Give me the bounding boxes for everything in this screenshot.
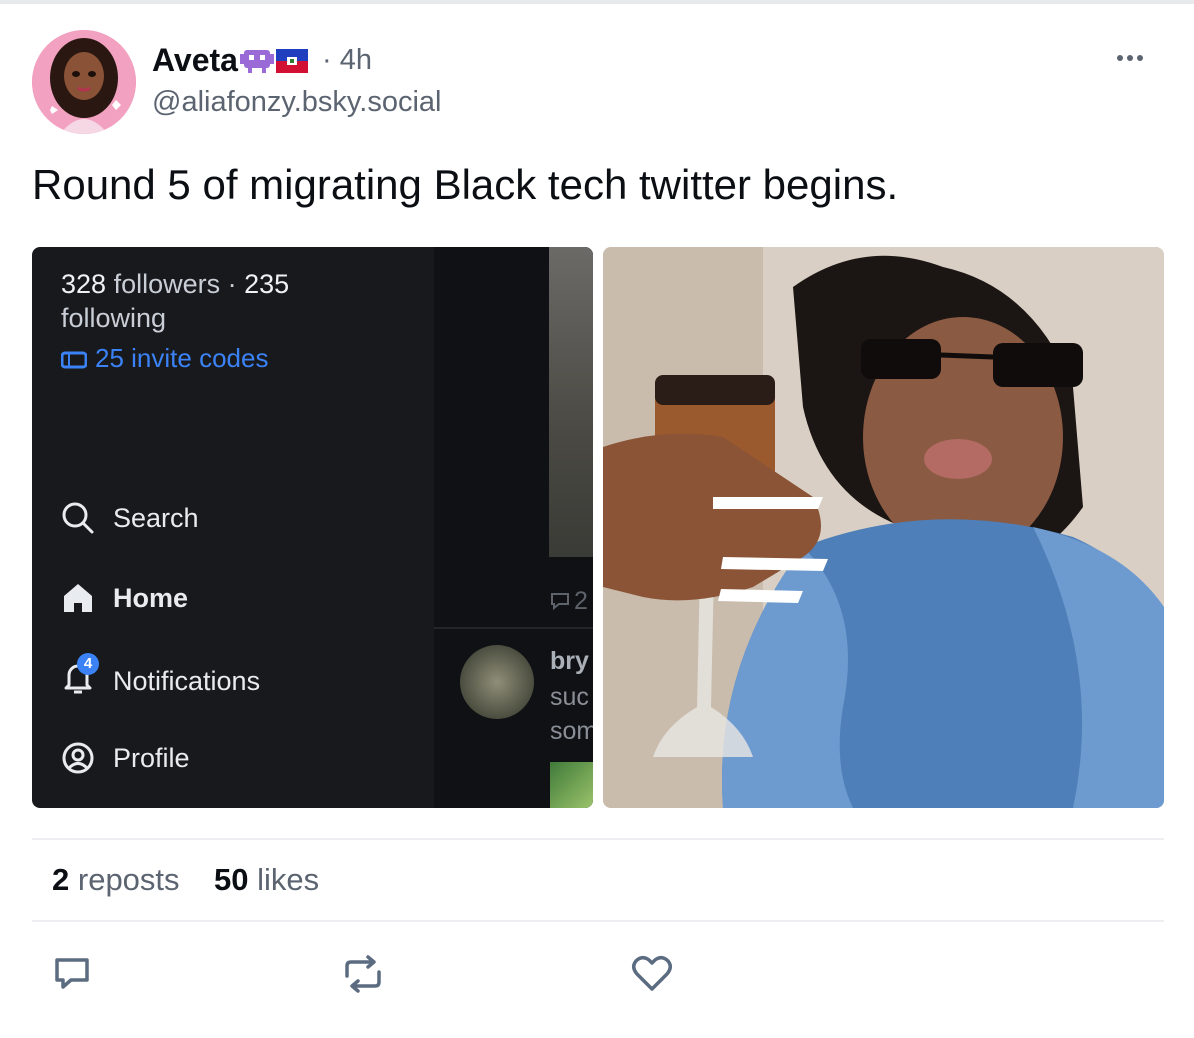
feed-panel: 2 bry suc som [434,247,593,808]
reposts-count[interactable]: 2 reposts [52,862,180,897]
alien-monster-emoji-icon [239,44,274,82]
repost-icon [345,955,381,993]
home-icon [64,584,92,612]
embedded-photo-image[interactable] [603,247,1164,808]
divider-top [32,838,1164,840]
search-icon [62,502,94,534]
feed-avatar [460,645,534,719]
nav-home: Home [61,581,188,615]
avatar-illustration [32,30,136,134]
invite-codes-link: 25 invite codes [60,343,269,374]
profile-stats: 328 followers · 235 following [61,267,289,335]
likes-label: likes [257,862,320,897]
likes-count[interactable]: 50 likes [214,862,319,897]
reposts-label: reposts [77,862,180,897]
avatar[interactable] [32,30,136,134]
photo-illustration [603,247,1164,808]
feed-divider [434,627,593,629]
following-label: following [61,303,167,333]
reply-icon [55,958,89,989]
heart-icon [632,956,672,991]
feed-author: bry [550,647,589,675]
feed-text-line1: suc [550,683,589,711]
top-divider [0,0,1194,4]
author-handle[interactable]: @aliafonzy.bsky.social [152,86,441,119]
engagement-counts: 2 reposts 50 likes [52,862,319,898]
ticket-icon [60,351,88,369]
notifications-badge: 4 [77,653,99,675]
nav-home-label: Home [113,582,189,613]
feed-text-line2: som [550,717,593,745]
post-text: Round 5 of migrating Black tech twitter … [32,161,899,208]
comment-icon [551,593,569,611]
followers-label: followers · [106,269,245,299]
following-count: 235 [244,269,290,299]
reposts-number: 2 [52,862,70,897]
post-time: · 4h [322,44,372,76]
reply-button[interactable] [52,954,92,999]
nav-profile-label: Profile [113,742,190,773]
embedded-screenshot-image[interactable]: 328 followers · 235 following 25 invite … [32,247,593,808]
nav-notifications-label: Notifications [113,666,261,696]
nav-search: Search [61,501,199,535]
feed-image-thumb [549,247,593,557]
invite-codes-text: 25 invite codes [95,343,269,373]
like-button[interactable] [631,954,673,999]
profile-icon [62,742,94,774]
feed-reply-count: 2 [574,587,588,615]
followers-count: 328 [61,269,107,299]
nav-notifications: 4 Notifications [61,653,261,702]
author-name[interactable]: Aveta [152,42,308,82]
nav-search-label: Search [113,502,199,533]
more-options-icon[interactable] [1110,46,1150,70]
feed-image-thumb-2 [550,762,593,808]
haiti-flag-icon [275,44,308,81]
repost-button[interactable] [339,954,387,999]
divider-bottom [32,920,1164,922]
nav-profile: Profile [61,741,190,775]
author-name-text: Aveta [152,42,238,78]
likes-number: 50 [214,862,249,897]
notifications-icon-wrap: 4 [61,653,113,702]
